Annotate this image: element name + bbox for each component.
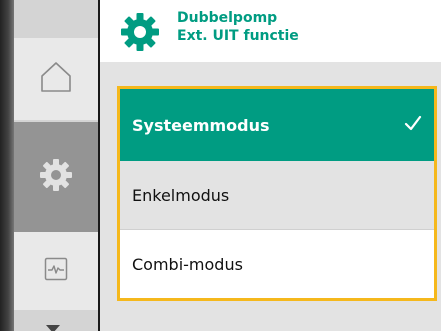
rail-edge <box>0 0 14 331</box>
home-icon <box>39 61 73 97</box>
menu-item-label: Enkelmodus <box>132 186 230 205</box>
page-title-line1: Dubbelpomp <box>177 10 278 26</box>
sidebar-item-settings[interactable] <box>14 122 98 232</box>
sidebar-rail <box>0 0 100 331</box>
gear-icon <box>120 12 160 56</box>
gear-icon <box>39 158 73 196</box>
menu-item-label: Systeemmodus <box>132 115 270 135</box>
sidebar-item-home[interactable] <box>14 38 98 120</box>
menu-item-enkelmodus[interactable]: Enkelmodus <box>120 161 434 230</box>
page-header: Dubbelpomp Ext. UIT functie <box>100 0 441 62</box>
menu-item-systeemmodus[interactable]: Systeemmodus <box>120 89 434 161</box>
mode-menu: Systeemmodus Enkelmodus Combi-modus <box>117 86 437 301</box>
monitor-icon <box>44 257 68 285</box>
menu-item-combi-modus[interactable]: Combi-modus <box>120 230 434 298</box>
checkmark-icon <box>404 115 422 135</box>
page-title-line2: Ext. UIT functie <box>177 28 299 44</box>
chevron-down-icon[interactable] <box>46 318 60 331</box>
page-title: Dubbelpomp Ext. UIT functie <box>177 9 299 45</box>
menu-item-label: Combi-modus <box>132 254 243 274</box>
sidebar-item-monitor[interactable] <box>14 232 98 310</box>
